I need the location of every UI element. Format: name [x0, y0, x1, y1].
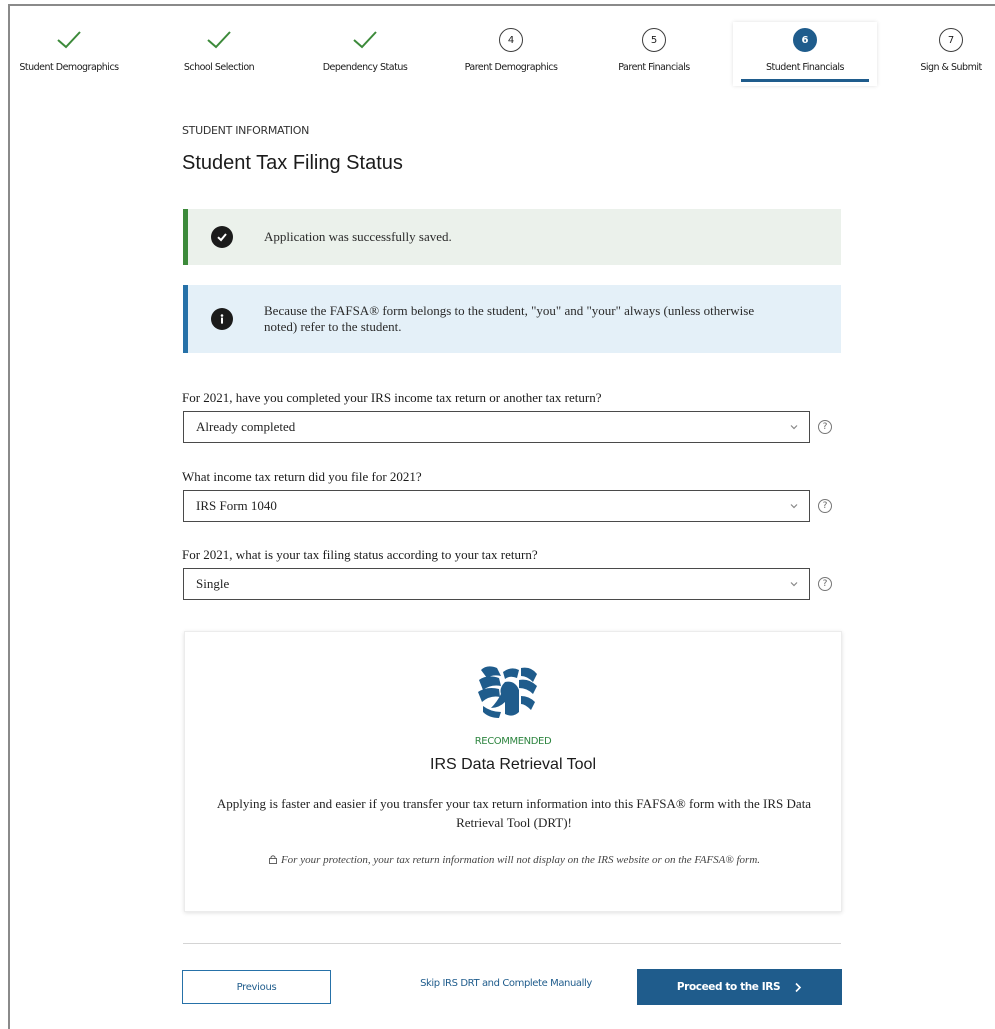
privacy-note-text: For your protection, your tax return inf… [280, 854, 761, 866]
proceed-to-irs-button[interactable]: Proceed to the IRS [637, 969, 842, 1005]
proceed-label: Proceed to the IRS [676, 981, 781, 993]
section-eyebrow: STUDENT INFORMATION [182, 124, 310, 137]
application-frame: Student Demographics School Selection De… [8, 4, 995, 1029]
page-title: Student Tax Filing Status [182, 152, 403, 174]
step-label: Student Financials [766, 62, 844, 73]
step-number: 7 [939, 28, 963, 52]
step-student-demographics[interactable]: Student Demographics [10, 26, 128, 82]
step-label: School Selection [183, 62, 255, 73]
step-parent-demographics[interactable]: 4 Parent Demographics [448, 26, 574, 82]
info-icon [211, 308, 233, 330]
step-label: Parent Demographics [464, 62, 558, 73]
tax-return-completed-select[interactable]: Already completed [183, 411, 810, 443]
chevron-down-icon [790, 425, 798, 430]
step-parent-financials[interactable]: 5 Parent Financials [595, 26, 713, 82]
chevron-down-icon [790, 582, 798, 587]
select-value: Single [196, 576, 230, 591]
skip-irs-drt-link[interactable]: Skip IRS DRT and Complete Manually [396, 978, 616, 989]
check-circle-icon [211, 226, 233, 248]
step-label: Student Demographics [19, 62, 119, 73]
footer-divider [183, 943, 841, 944]
step-label: Parent Financials [618, 62, 690, 73]
chevron-right-icon [795, 982, 802, 992]
step-student-financials[interactable]: 6 Student Financials [733, 22, 877, 86]
step-number: 5 [642, 28, 666, 52]
step-number: 6 [793, 28, 817, 52]
current-step-indicator [741, 79, 869, 82]
progress-stepper: Student Demographics School Selection De… [10, 6, 995, 86]
checkmark-icon [160, 26, 278, 54]
previous-button[interactable]: Previous [182, 970, 331, 1004]
tax-filing-status-select[interactable]: Single [183, 568, 810, 600]
step-label: Dependency Status [322, 62, 408, 73]
lock-icon [269, 855, 277, 864]
checkmark-icon [306, 26, 424, 54]
step-sign-submit[interactable]: 7 Sign & Submit [908, 26, 994, 82]
step-label: Sign & Submit [920, 62, 982, 73]
success-alert: Application was successfully saved. [183, 209, 841, 265]
question-label: For 2021, have you completed your IRS in… [182, 390, 602, 405]
step-dependency-status[interactable]: Dependency Status [306, 26, 424, 82]
success-message: Application was successfully saved. [264, 229, 452, 244]
select-value: Already completed [196, 419, 296, 434]
help-icon[interactable]: ? [818, 420, 832, 434]
tax-return-type-select[interactable]: IRS Form 1040 [183, 490, 810, 522]
privacy-note: For your protection, your tax return inf… [265, 852, 763, 868]
question-label: For 2021, what is your tax filing status… [182, 547, 538, 562]
info-alert: Because the FAFSA® form belongs to the s… [183, 285, 841, 353]
checkmark-icon [10, 26, 128, 54]
irs-drt-title: IRS Data Retrieval Tool [430, 756, 596, 773]
help-icon[interactable]: ? [818, 577, 832, 591]
step-number: 4 [499, 28, 523, 52]
step-school-selection[interactable]: School Selection [160, 26, 278, 82]
irs-eagle-logo-icon [478, 666, 537, 718]
info-message: Because the FAFSA® form belongs to the s… [264, 303, 755, 334]
irs-drt-card: RECOMMENDED IRS Data Retrieval Tool Appl… [184, 631, 842, 912]
chevron-down-icon [790, 504, 798, 509]
help-icon[interactable]: ? [818, 499, 832, 513]
select-value: IRS Form 1040 [196, 498, 277, 513]
irs-drt-description: Applying is faster and easier if you tra… [216, 796, 812, 830]
recommended-label: RECOMMENDED [474, 736, 552, 747]
question-label: What income tax return did you file for … [182, 469, 422, 484]
